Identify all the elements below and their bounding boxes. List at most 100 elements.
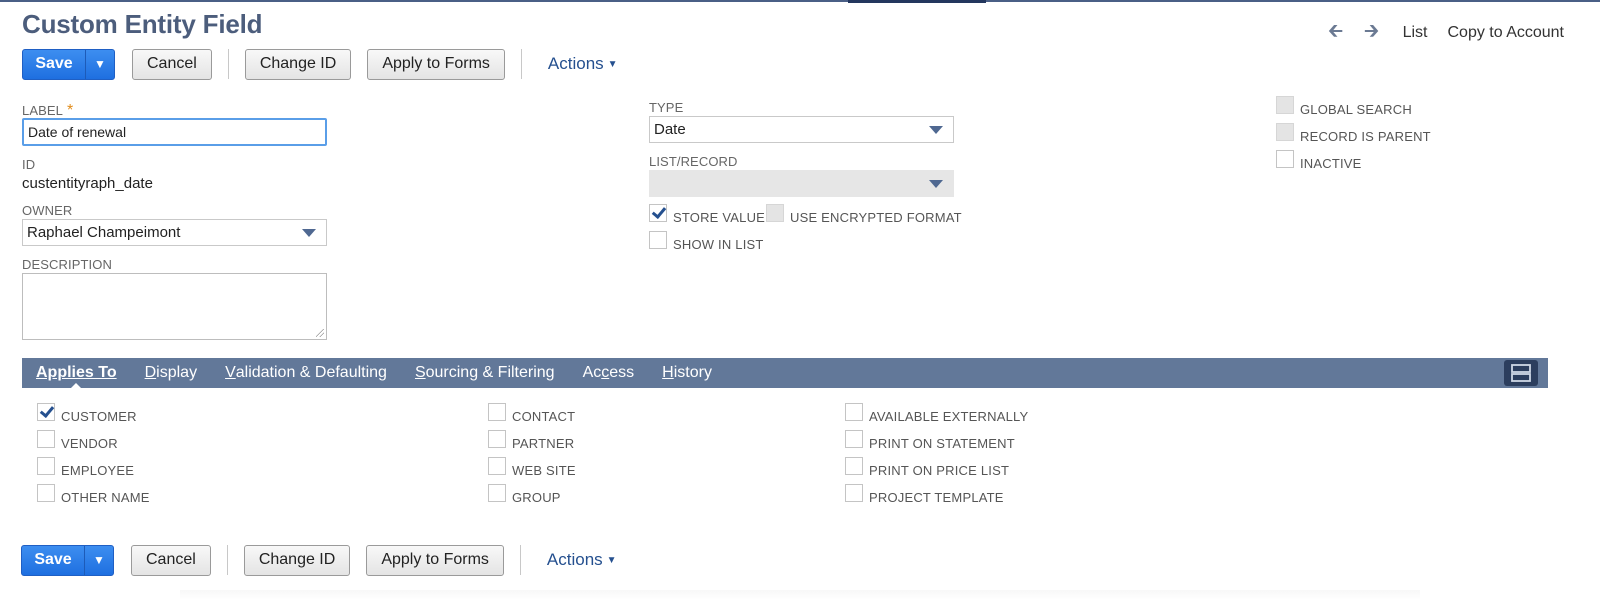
checkbox-box[interactable] bbox=[488, 430, 506, 448]
owner-field-label: OWNER bbox=[22, 203, 73, 218]
tab-applies-to[interactable]: Applies To bbox=[36, 358, 117, 388]
record-is-parent-label: RECORD IS PARENT bbox=[1300, 128, 1431, 144]
record-is-parent-checkbox[interactable]: RECORD IS PARENT bbox=[1276, 123, 1431, 145]
show-in-list-label: SHOW IN LIST bbox=[673, 236, 764, 252]
label-field-caption: LABEL bbox=[22, 103, 63, 118]
inactive-label: INACTIVE bbox=[1300, 155, 1362, 171]
group-checkbox[interactable]: GROUP bbox=[488, 484, 561, 506]
type-select[interactable]: Date bbox=[649, 116, 954, 143]
description-field-label: DESCRIPTION bbox=[22, 257, 112, 272]
tab-validation-defaulting[interactable]: Validation & Defaulting bbox=[225, 358, 387, 388]
description-textarea[interactable] bbox=[22, 273, 327, 340]
tab-display[interactable]: Display bbox=[145, 358, 197, 388]
apply-to-forms-button[interactable]: Apply to Forms bbox=[367, 48, 505, 80]
global-search-checkbox[interactable]: GLOBAL SEARCH bbox=[1276, 96, 1412, 118]
actions-menu[interactable]: Actions ▼ bbox=[547, 550, 617, 570]
checkbox-box[interactable] bbox=[649, 231, 667, 249]
collapse-panel-icon[interactable] bbox=[1504, 360, 1538, 386]
tab-label: Applies To bbox=[36, 364, 117, 381]
vendor-checkbox[interactable]: VENDOR bbox=[37, 430, 118, 452]
checkbox-box[interactable] bbox=[845, 484, 863, 502]
checkbox-box[interactable] bbox=[766, 204, 784, 222]
checkbox-box[interactable] bbox=[488, 457, 506, 475]
checkbox-box[interactable] bbox=[1276, 96, 1294, 114]
print-on-price-list-label: PRINT ON PRICE LIST bbox=[869, 462, 1010, 478]
apply-to-forms-button[interactable]: Apply to Forms bbox=[366, 544, 504, 576]
checkbox-box[interactable] bbox=[488, 484, 506, 502]
record-nav: 🡰 🡲 List Copy to Account bbox=[1325, 17, 1564, 49]
use-encrypted-format-checkbox[interactable]: USE ENCRYPTED FORMAT bbox=[766, 204, 962, 226]
required-marker: * bbox=[66, 102, 74, 119]
global-search-label: GLOBAL SEARCH bbox=[1300, 101, 1412, 117]
actions-label[interactable]: Actions bbox=[547, 550, 603, 570]
other-name-checkbox[interactable]: OTHER NAME bbox=[37, 484, 150, 506]
label-input[interactable]: Date of renewal bbox=[22, 118, 327, 146]
available-externally-checkbox[interactable]: AVAILABLE EXTERNALLY bbox=[845, 403, 1029, 425]
show-in-list-checkbox[interactable]: SHOW IN LIST bbox=[649, 231, 764, 253]
inactive-checkbox[interactable]: INACTIVE bbox=[1276, 150, 1362, 172]
checkbox-box[interactable] bbox=[1276, 150, 1294, 168]
subtab-bar: Applies To Display Validation & Defaulti… bbox=[22, 358, 1548, 388]
tab-access[interactable]: Ac c ess bbox=[583, 358, 635, 388]
customer-checkbox[interactable]: CUSTOMER bbox=[37, 403, 137, 425]
checkbox-box[interactable] bbox=[37, 430, 55, 448]
footer-shadow bbox=[180, 590, 1420, 600]
tab-history[interactable]: History bbox=[662, 358, 712, 388]
available-externally-label: AVAILABLE EXTERNALLY bbox=[869, 408, 1029, 424]
checkbox-box[interactable] bbox=[1276, 123, 1294, 141]
tab-accesskey: H bbox=[662, 364, 674, 381]
tab-accesskey: S bbox=[414, 364, 426, 381]
arrow-left-icon[interactable]: 🡰 bbox=[1325, 17, 1347, 49]
actions-menu[interactable]: Actions ▼ bbox=[548, 54, 618, 74]
chevron-down-icon bbox=[929, 179, 943, 188]
checkmark-icon[interactable] bbox=[649, 204, 667, 222]
actions-label[interactable]: Actions bbox=[548, 54, 604, 74]
tab-accesskey: D bbox=[144, 364, 157, 381]
list-link[interactable]: List bbox=[1403, 24, 1428, 42]
contact-checkbox[interactable]: CONTACT bbox=[488, 403, 575, 425]
print-on-statement-checkbox[interactable]: PRINT ON STATEMENT bbox=[845, 430, 1015, 452]
store-value-checkbox[interactable]: STORE VALUE bbox=[649, 204, 765, 226]
owner-select[interactable]: Raphael Champeimont bbox=[22, 219, 327, 246]
save-dropdown-icon[interactable]: ▼ bbox=[85, 546, 113, 575]
checkbox-box[interactable] bbox=[37, 484, 55, 502]
resize-grip-icon[interactable] bbox=[316, 329, 324, 337]
project-template-checkbox[interactable]: PROJECT TEMPLATE bbox=[845, 484, 1004, 506]
toolbar-divider bbox=[227, 49, 229, 79]
save-button-label[interactable]: Save bbox=[22, 545, 85, 575]
tab-label: ess bbox=[609, 364, 635, 381]
save-button-label[interactable]: Save bbox=[23, 49, 86, 79]
arrow-right-icon[interactable]: 🡲 bbox=[1361, 17, 1383, 49]
checkbox-box[interactable] bbox=[845, 403, 863, 421]
partner-checkbox[interactable]: PARTNER bbox=[488, 430, 574, 452]
save-button[interactable]: Save ▼ bbox=[21, 544, 114, 576]
tab-sourcing-filtering[interactable]: Sourcing & Filtering bbox=[415, 358, 555, 388]
group-label: GROUP bbox=[512, 489, 561, 505]
tab-accesskey: c bbox=[601, 364, 610, 381]
id-field-label: ID bbox=[22, 157, 36, 172]
caret-down-icon: ▼ bbox=[607, 58, 618, 70]
caret-down-icon: ▼ bbox=[606, 554, 617, 566]
print-on-price-list-checkbox[interactable]: PRINT ON PRICE LIST bbox=[845, 457, 1010, 479]
other-name-label: OTHER NAME bbox=[61, 489, 150, 505]
change-id-button[interactable]: Change ID bbox=[243, 544, 351, 576]
checkmark-icon[interactable] bbox=[37, 403, 55, 421]
checkbox-box[interactable] bbox=[488, 403, 506, 421]
toolbar-divider bbox=[519, 545, 521, 575]
employee-checkbox[interactable]: EMPLOYEE bbox=[37, 457, 134, 479]
save-dropdown-icon[interactable]: ▼ bbox=[86, 50, 114, 79]
copy-to-account-link[interactable]: Copy to Account bbox=[1447, 24, 1564, 42]
tab-accesskey: V bbox=[225, 364, 236, 381]
list-record-select[interactable] bbox=[649, 170, 954, 197]
checkbox-box[interactable] bbox=[845, 430, 863, 448]
owner-value: Raphael Champeimont bbox=[27, 224, 181, 241]
cancel-button[interactable]: Cancel bbox=[132, 48, 212, 80]
web-site-checkbox[interactable]: WEB SITE bbox=[488, 457, 576, 479]
checkbox-box[interactable] bbox=[845, 457, 863, 475]
save-button[interactable]: Save ▼ bbox=[22, 48, 115, 80]
change-id-button[interactable]: Change ID bbox=[244, 48, 352, 80]
tab-label: istory bbox=[673, 364, 712, 381]
checkbox-box[interactable] bbox=[37, 457, 55, 475]
chevron-down-icon bbox=[929, 125, 943, 134]
cancel-button[interactable]: Cancel bbox=[131, 544, 211, 576]
